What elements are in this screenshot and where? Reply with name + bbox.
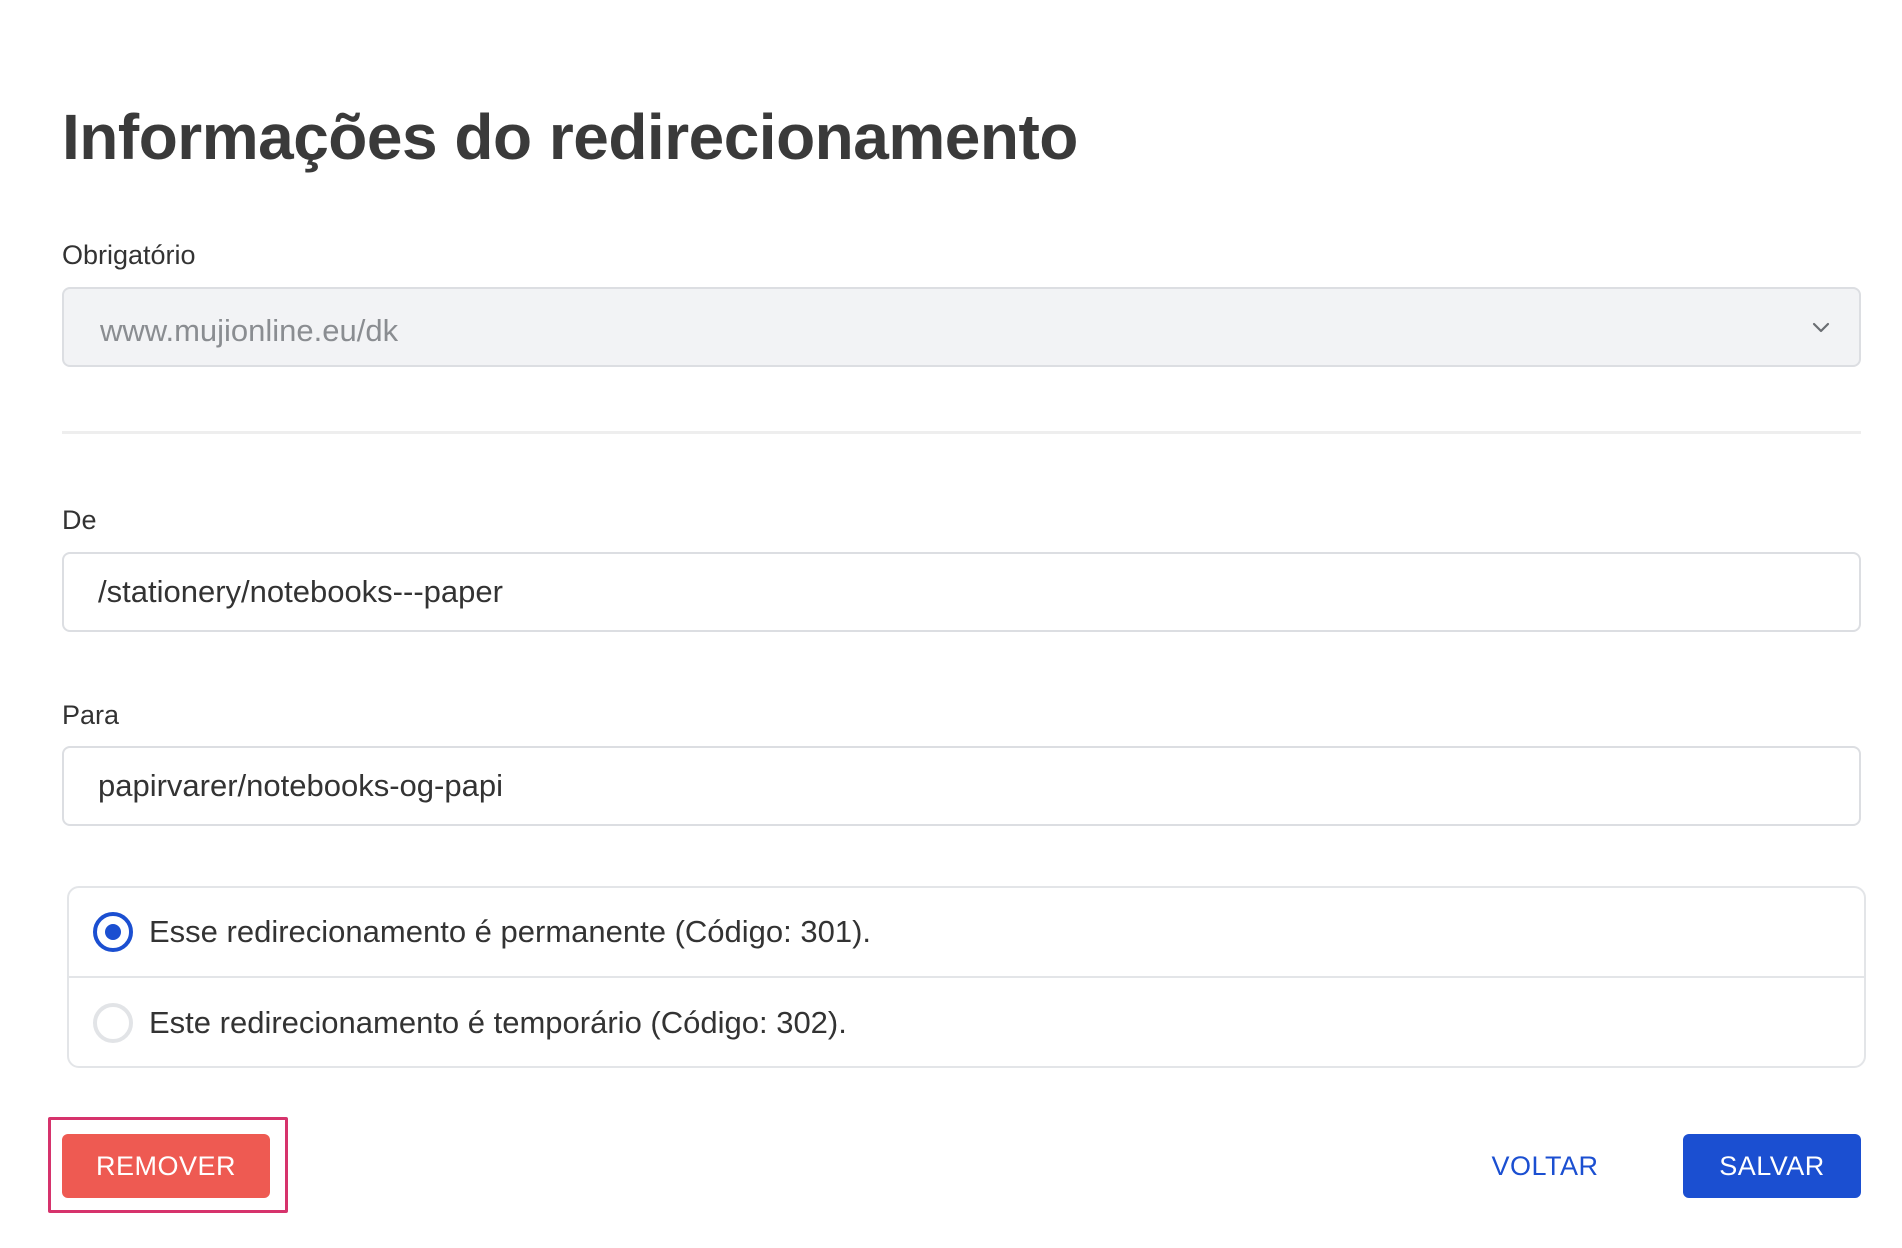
redirect-type-group: Esse redirecionamento é permanente (Códi… — [67, 886, 1866, 1068]
back-button[interactable]: VOLTAR — [1470, 1134, 1620, 1198]
page-title: Informações do redirecionamento — [62, 101, 1078, 173]
save-button[interactable]: SALVAR — [1683, 1134, 1861, 1198]
redirect-option-permanent-label: Esse redirecionamento é permanente (Códi… — [149, 914, 872, 949]
domain-select-value: www.mujionline.eu/dk — [100, 313, 399, 348]
to-field-label: Para — [62, 700, 120, 730]
redirect-option-temporary-label: Este redirecionamento é temporário (Códi… — [149, 1005, 847, 1040]
from-field-label: De — [62, 505, 97, 535]
domain-select[interactable]: www.mujionline.eu/dk — [62, 287, 1861, 367]
to-input[interactable] — [62, 746, 1861, 826]
chevron-down-icon — [1812, 322, 1830, 333]
radio-temporary[interactable] — [93, 1003, 133, 1043]
remove-button[interactable]: REMOVER — [62, 1134, 270, 1198]
radio-permanent[interactable] — [93, 912, 133, 952]
domain-field-label: Obrigatório — [62, 240, 196, 270]
redirect-option-temporary[interactable]: Este redirecionamento é temporário (Códi… — [69, 978, 1864, 1068]
redirect-option-permanent[interactable]: Esse redirecionamento é permanente (Códi… — [69, 888, 1864, 978]
section-divider — [62, 431, 1861, 434]
from-input[interactable] — [62, 552, 1861, 632]
